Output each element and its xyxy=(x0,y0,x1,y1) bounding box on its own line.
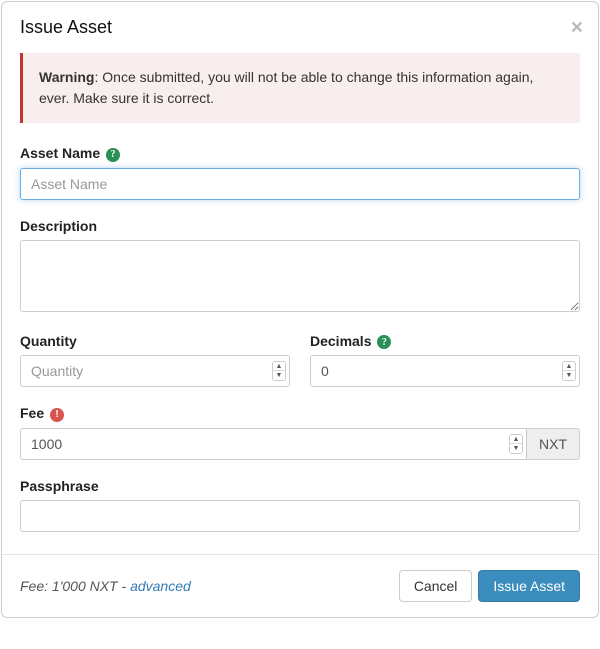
asset-name-label-text: Asset Name xyxy=(20,145,100,161)
passphrase-input[interactable] xyxy=(20,500,580,532)
warning-prefix: Warning xyxy=(39,69,94,85)
description-input[interactable] xyxy=(20,240,580,312)
quantity-input[interactable] xyxy=(20,355,290,387)
fee-stepper[interactable]: ▲▼ xyxy=(509,434,523,454)
help-icon[interactable]: ? xyxy=(106,148,120,162)
cancel-button[interactable]: Cancel xyxy=(399,570,473,602)
fee-note-label: Fee xyxy=(20,578,44,594)
issue-asset-modal: Issue Asset × Warning: Once submitted, y… xyxy=(1,1,599,618)
fee-note: Fee: 1'000 NXT - advanced xyxy=(20,578,393,594)
quantity-stepper[interactable]: ▲▼ xyxy=(272,361,286,381)
passphrase-group: Passphrase xyxy=(20,478,580,532)
fee-group: Fee ! ▲▼ NXT xyxy=(20,405,580,460)
fee-input[interactable] xyxy=(20,428,527,460)
decimals-label: Decimals ? xyxy=(310,333,580,350)
warning-alert: Warning: Once submitted, you will not be… xyxy=(20,53,580,123)
asset-name-input[interactable] xyxy=(20,168,580,200)
passphrase-label: Passphrase xyxy=(20,478,580,494)
submit-button[interactable]: Issue Asset xyxy=(478,570,580,602)
alert-icon[interactable]: ! xyxy=(50,408,64,422)
modal-footer: Fee: 1'000 NXT - advanced Cancel Issue A… xyxy=(2,554,598,617)
asset-name-label: Asset Name ? xyxy=(20,145,580,162)
decimals-stepper[interactable]: ▲▼ xyxy=(562,361,576,381)
advanced-link[interactable]: advanced xyxy=(130,578,191,594)
modal-header: Issue Asset × xyxy=(2,2,598,53)
warning-text: : Once submitted, you will not be able t… xyxy=(39,69,533,106)
modal-title: Issue Asset xyxy=(20,17,112,38)
modal-body: Warning: Once submitted, you will not be… xyxy=(2,53,598,554)
decimals-input[interactable] xyxy=(310,355,580,387)
fee-unit: NXT xyxy=(527,428,580,460)
decimals-label-text: Decimals xyxy=(310,333,371,349)
decimals-group: Decimals ? ▲▼ xyxy=(310,333,580,388)
quantity-label: Quantity xyxy=(20,333,290,349)
description-label: Description xyxy=(20,218,580,234)
fee-label-text: Fee xyxy=(20,405,44,421)
quantity-group: Quantity ▲▼ xyxy=(20,333,290,388)
help-icon[interactable]: ? xyxy=(377,335,391,349)
fee-note-value: 1'000 NXT xyxy=(52,578,118,594)
description-group: Description xyxy=(20,218,580,315)
asset-name-group: Asset Name ? xyxy=(20,145,580,200)
fee-label: Fee ! xyxy=(20,405,580,422)
close-button[interactable]: × xyxy=(571,17,583,38)
